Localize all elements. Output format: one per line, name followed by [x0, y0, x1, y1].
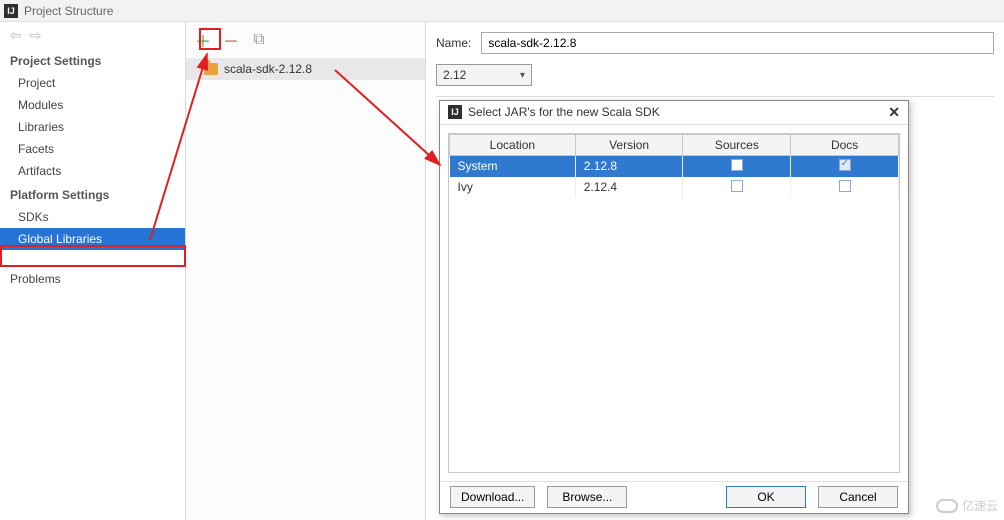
intellij-icon: IJ: [4, 4, 18, 18]
table-row[interactable]: Ivy 2.12.4: [450, 177, 899, 198]
docs-checkbox[interactable]: [839, 159, 851, 171]
name-label: Name:: [436, 36, 471, 50]
select-jars-dialog: IJ Select JAR's for the new Scala SDK ✕ …: [439, 100, 909, 514]
download-button[interactable]: Download...: [450, 486, 535, 508]
nav-forward-icon[interactable]: ⇨: [30, 27, 42, 44]
jars-table: Location Version Sources Docs System 2.1…: [448, 133, 900, 473]
sidebar-item-facets[interactable]: Facets: [0, 138, 185, 160]
col-docs[interactable]: Docs: [791, 134, 899, 155]
sidebar-item-sdks[interactable]: SDKs: [0, 206, 185, 228]
libraries-toolbar: ＋ － ⧉: [186, 22, 425, 58]
close-icon[interactable]: ✕: [888, 104, 900, 121]
libraries-panel: ＋ － ⧉ scala-sdk-2.12.8: [186, 22, 426, 520]
window-titlebar: IJ Project Structure: [0, 0, 1004, 22]
sources-checkbox[interactable]: [731, 180, 743, 192]
dialog-footer: Download... Browse... OK Cancel: [440, 481, 908, 513]
table-row[interactable]: System 2.12.8: [450, 155, 899, 177]
dialog-title: Select JAR's for the new Scala SDK: [468, 105, 660, 119]
nav-back-icon[interactable]: ⇦: [10, 27, 22, 44]
col-sources[interactable]: Sources: [683, 134, 791, 155]
cell-location: Ivy: [450, 177, 576, 198]
version-combo-value: 2.12: [443, 68, 466, 82]
version-combo[interactable]: 2.12 ▾: [436, 64, 532, 86]
name-input[interactable]: [481, 32, 994, 54]
library-row-label: scala-sdk-2.12.8: [224, 62, 312, 76]
sidebar: ⇦ ⇨ Project Settings Project Modules Lib…: [0, 22, 186, 520]
folder-icon: [204, 63, 218, 75]
col-location[interactable]: Location: [450, 134, 576, 155]
library-row[interactable]: scala-sdk-2.12.8: [186, 58, 425, 80]
sidebar-item-problems[interactable]: Problems: [0, 268, 185, 290]
browse-button[interactable]: Browse...: [547, 486, 627, 508]
cell-version: 2.12.4: [575, 177, 683, 198]
divider: [436, 96, 994, 97]
watermark: 亿速云: [936, 497, 998, 514]
section-platform-settings: Platform Settings: [0, 182, 185, 206]
remove-library-icon[interactable]: －: [222, 31, 240, 49]
copy-library-icon[interactable]: ⧉: [250, 31, 268, 49]
sidebar-item-libraries[interactable]: Libraries: [0, 116, 185, 138]
cell-version: 2.12.8: [575, 155, 683, 177]
add-library-icon[interactable]: ＋: [194, 31, 212, 49]
sidebar-item-modules[interactable]: Modules: [0, 94, 185, 116]
cloud-icon: [936, 499, 958, 513]
window-title: Project Structure: [24, 4, 113, 18]
intellij-icon: IJ: [448, 105, 462, 119]
cell-location: System: [450, 155, 576, 177]
sidebar-item-global-libraries[interactable]: Global Libraries: [0, 228, 185, 250]
section-project-settings: Project Settings: [0, 48, 185, 72]
sources-checkbox[interactable]: [731, 159, 743, 171]
docs-checkbox[interactable]: [839, 180, 851, 192]
sidebar-item-project[interactable]: Project: [0, 72, 185, 94]
col-version[interactable]: Version: [575, 134, 683, 155]
ok-button[interactable]: OK: [726, 486, 806, 508]
sidebar-item-artifacts[interactable]: Artifacts: [0, 160, 185, 182]
dialog-titlebar: IJ Select JAR's for the new Scala SDK ✕: [440, 101, 908, 125]
cancel-button[interactable]: Cancel: [818, 486, 898, 508]
chevron-down-icon: ▾: [520, 70, 525, 81]
